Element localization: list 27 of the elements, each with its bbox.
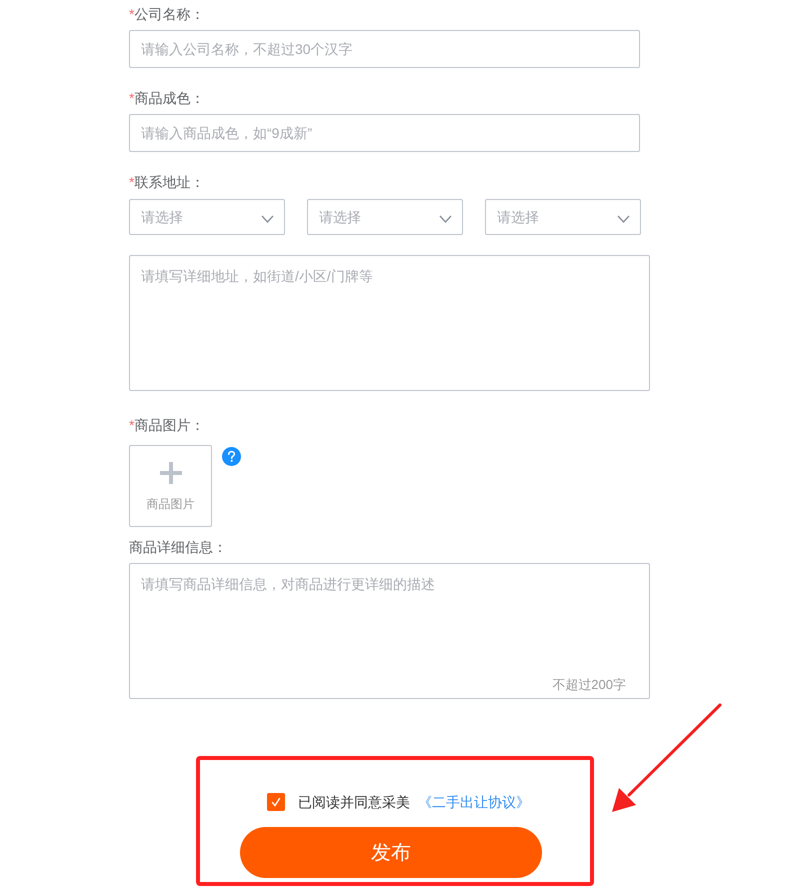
image-upload-button[interactable]: 商品图片	[129, 445, 212, 527]
required-mark: *	[129, 173, 134, 192]
field-label: 公司名称：	[134, 5, 204, 24]
address-textarea[interactable]: 请填写详细地址，如街道/小区/门牌等	[129, 255, 650, 391]
check-icon	[271, 797, 281, 807]
required-mark: *	[129, 89, 134, 108]
chevron-down-icon	[617, 215, 630, 223]
character-limit-hint: 不超过200字	[552, 676, 626, 694]
dropdown-select[interactable]: 请选择	[129, 199, 285, 235]
text-input[interactable]: 请输入商品成色，如“9成新”	[129, 114, 640, 152]
field-label: 商品成色：	[134, 89, 204, 108]
text-input[interactable]: 请输入公司名称，不超过30个汉字	[129, 30, 640, 68]
help-icon	[222, 447, 241, 466]
agreement-checkbox[interactable]	[267, 793, 285, 811]
field-label: 商品图片：	[134, 416, 204, 435]
chevron-down-icon	[439, 215, 452, 223]
dropdown-select[interactable]: 请选择	[485, 199, 641, 235]
agreement-link[interactable]: 《二手出让协议》	[418, 792, 530, 812]
required-mark: *	[129, 5, 134, 24]
publish-button[interactable]: 发布	[240, 827, 542, 878]
chevron-down-icon	[261, 215, 274, 223]
field-label: 商品详细信息：	[129, 538, 227, 557]
dropdown-select[interactable]: 请选择	[307, 199, 463, 235]
required-mark: *	[129, 416, 134, 435]
agreement-text: 已阅读并同意采美	[298, 793, 410, 812]
plus-icon	[160, 462, 182, 484]
field-label: 联系地址：	[134, 173, 204, 192]
